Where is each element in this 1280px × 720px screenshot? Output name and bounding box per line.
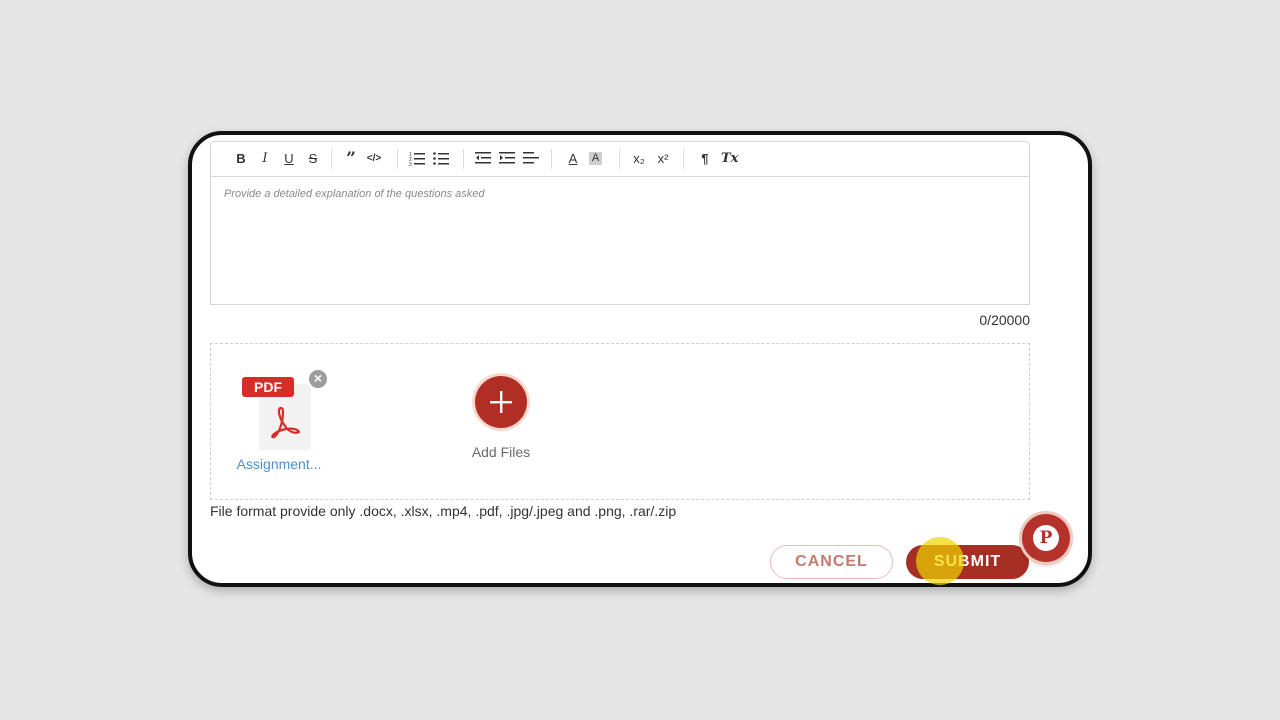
bold-button[interactable]: B: [233, 150, 249, 168]
italic-button[interactable]: I: [257, 150, 273, 168]
attachment-item: PDF × Assignment...: [233, 368, 329, 478]
ordered-list-icon: 123: [409, 152, 425, 166]
superscript-button[interactable]: x²: [655, 150, 671, 168]
strikethrough-button[interactable]: S: [305, 150, 321, 168]
align-left-icon: [523, 152, 539, 164]
rich-text-editor: B I U S ” </> 123 A A x₂ x² ¶ Tx Provide…: [210, 141, 1030, 305]
indent-icon: [499, 152, 515, 164]
ordered-list-button[interactable]: 123: [409, 150, 425, 168]
file-format-hint: File format provide only .docx, .xlsx, .…: [210, 503, 677, 519]
bullet-list-button[interactable]: [433, 150, 449, 168]
subscript-button[interactable]: x₂: [631, 150, 647, 168]
pdf-label: PDF: [242, 377, 294, 397]
toolbar-divider: [551, 149, 552, 169]
toolbar-divider: [331, 149, 332, 169]
form-card: B I U S ” </> 123 A A x₂ x² ¶ Tx Provide…: [188, 131, 1092, 587]
code-button[interactable]: </>: [366, 150, 382, 168]
chat-button[interactable]: P: [1022, 514, 1070, 562]
background-color-button[interactable]: A: [589, 152, 602, 165]
indent-button[interactable]: [499, 150, 515, 168]
add-files-button[interactable]: [475, 376, 527, 428]
align-button[interactable]: [523, 150, 539, 168]
acrobat-icon: [271, 406, 301, 439]
text-color-button[interactable]: A: [565, 150, 581, 168]
file-drop-zone[interactable]: PDF × Assignment... Add Files: [210, 343, 1030, 500]
editor-toolbar: B I U S ” </> 123 A A x₂ x² ¶ Tx: [211, 142, 1029, 177]
toolbar-divider: [397, 149, 398, 169]
text-direction-button[interactable]: ¶: [697, 150, 713, 168]
toolbar-divider: [463, 149, 464, 169]
plus-icon: [490, 391, 512, 413]
file-name-link[interactable]: Assignment...: [233, 456, 325, 472]
toolbar-divider: [683, 149, 684, 169]
outdent-button[interactable]: [475, 150, 491, 168]
editor-textarea[interactable]: Provide a detailed explanation of the qu…: [211, 177, 1029, 304]
submit-button[interactable]: SUBMIT: [906, 545, 1029, 579]
outdent-icon: [475, 152, 491, 164]
remove-file-button[interactable]: ×: [307, 368, 329, 390]
toolbar-divider: [619, 149, 620, 169]
editor-placeholder: Provide a detailed explanation of the qu…: [224, 188, 485, 200]
svg-text:3: 3: [409, 162, 412, 166]
blockquote-button[interactable]: ”: [343, 150, 359, 168]
underline-button[interactable]: U: [281, 150, 297, 168]
chat-logo-icon: P: [1033, 525, 1059, 551]
bullet-list-icon: [433, 152, 449, 165]
add-files-label: Add Files: [471, 444, 531, 460]
add-files-control[interactable]: Add Files: [439, 376, 559, 466]
character-counter: 0/20000: [979, 312, 1030, 328]
cancel-button[interactable]: CANCEL: [770, 545, 893, 579]
clear-format-button[interactable]: Tx: [721, 150, 738, 168]
